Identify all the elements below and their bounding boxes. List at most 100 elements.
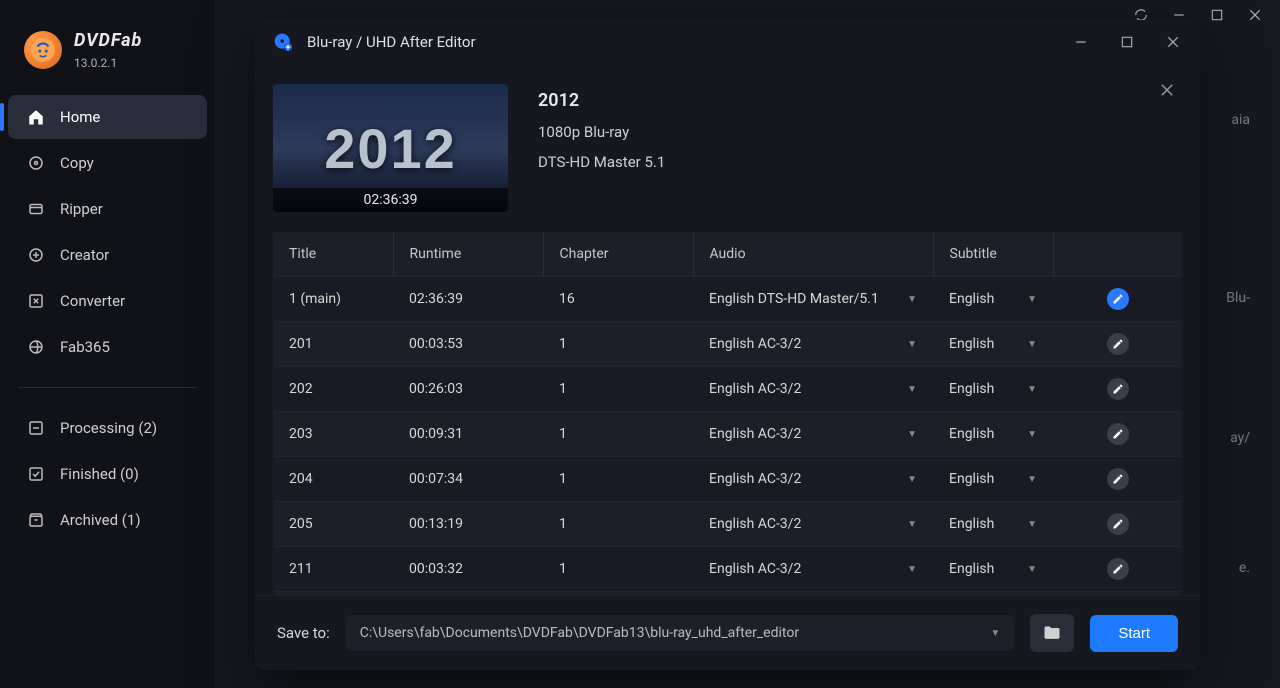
modal-footer: Save to: C:\Users\fab\Documents\DVDFab\D… bbox=[255, 595, 1200, 670]
col-audio: Audio bbox=[693, 232, 933, 277]
cell-chapter: 1 bbox=[543, 412, 693, 457]
chevron-down-icon: ▼ bbox=[1027, 519, 1037, 530]
cell-subtitle-select[interactable]: English▼ bbox=[933, 322, 1053, 367]
media-header: 2012 02:36:39 2012 1080p Blu-ray DTS-HD … bbox=[273, 74, 1182, 232]
col-runtime: Runtime bbox=[393, 232, 543, 277]
save-path-value: C:\Users\fab\Documents\DVDFab\DVDFab13\b… bbox=[360, 625, 799, 641]
chevron-down-icon: ▼ bbox=[1027, 474, 1037, 485]
cell-runtime: 00:03:32 bbox=[393, 547, 543, 592]
copy-icon bbox=[26, 153, 46, 173]
sidebar-item-label: Finished (0) bbox=[60, 465, 139, 483]
table-row[interactable]: 20100:03:531English AC-3/2▼English▼ bbox=[273, 322, 1182, 367]
col-title: Title bbox=[273, 232, 393, 277]
app-close-icon[interactable] bbox=[1246, 6, 1264, 24]
browse-folder-button[interactable] bbox=[1030, 614, 1074, 652]
cell-chapter: 1 bbox=[543, 502, 693, 547]
sidebar-item-ripper[interactable]: Ripper bbox=[8, 187, 207, 231]
save-to-label: Save to: bbox=[277, 624, 330, 642]
start-button[interactable]: Start bbox=[1090, 615, 1178, 652]
chevron-down-icon: ▼ bbox=[907, 339, 917, 350]
cell-subtitle-select[interactable]: English▼ bbox=[933, 547, 1053, 592]
cell-audio-select[interactable]: English AC-3/2▼ bbox=[693, 412, 933, 457]
col-chapter: Chapter bbox=[543, 232, 693, 277]
chevron-down-icon: ▼ bbox=[1027, 384, 1037, 395]
chevron-down-icon: ▼ bbox=[907, 519, 917, 530]
sidebar: DVDFab 13.0.2.1 Home Copy Ripper Creator bbox=[0, 0, 215, 688]
chevron-down-icon: ▼ bbox=[907, 474, 917, 485]
cell-title: 203 bbox=[273, 412, 393, 457]
app-maximize-icon[interactable] bbox=[1208, 6, 1226, 24]
editor-modal: Blu-ray / UHD After Editor 2012 02:36:39… bbox=[255, 20, 1200, 670]
fab365-icon bbox=[26, 337, 46, 357]
modal-title: Blu-ray / UHD After Editor bbox=[307, 33, 476, 51]
converter-icon bbox=[26, 291, 46, 311]
title-table[interactable]: Title Runtime Chapter Audio Subtitle 1 (… bbox=[273, 232, 1182, 595]
disc-icon bbox=[273, 32, 293, 52]
chevron-down-icon: ▼ bbox=[1027, 429, 1037, 440]
edit-button[interactable] bbox=[1107, 333, 1129, 355]
cell-subtitle-select[interactable]: English▼ bbox=[933, 457, 1053, 502]
sidebar-item-creator[interactable]: Creator bbox=[8, 233, 207, 277]
chevron-down-icon: ▼ bbox=[1027, 339, 1037, 350]
cell-audio-select[interactable]: English AC-3/2▼ bbox=[693, 322, 933, 367]
maximize-icon[interactable] bbox=[1118, 33, 1136, 51]
minimize-icon[interactable] bbox=[1072, 33, 1090, 51]
cell-runtime: 00:26:03 bbox=[393, 367, 543, 412]
sidebar-item-processing[interactable]: Processing (2) bbox=[8, 406, 207, 450]
cell-title: 205 bbox=[273, 502, 393, 547]
cell-chapter: 1 bbox=[543, 457, 693, 502]
table-row[interactable]: 20300:09:311English AC-3/2▼English▼ bbox=[273, 412, 1182, 457]
sidebar-item-label: Converter bbox=[60, 292, 125, 310]
edit-button[interactable] bbox=[1107, 378, 1129, 400]
table-row[interactable]: 21100:03:321English AC-3/2▼English▼ bbox=[273, 547, 1182, 592]
brand-name: DVDFab bbox=[74, 30, 142, 51]
archived-icon bbox=[26, 510, 46, 530]
sidebar-item-home[interactable]: Home bbox=[8, 95, 207, 139]
close-icon[interactable] bbox=[1164, 33, 1182, 51]
cell-subtitle-select[interactable]: English▼ bbox=[933, 367, 1053, 412]
sidebar-item-copy[interactable]: Copy bbox=[8, 141, 207, 185]
cell-audio-select[interactable]: English AC-3/2▼ bbox=[693, 547, 933, 592]
media-audio: DTS-HD Master 5.1 bbox=[538, 153, 665, 171]
cell-subtitle-select[interactable]: English▼ bbox=[933, 502, 1053, 547]
table-row[interactable]: 20200:26:031English AC-3/2▼English▼ bbox=[273, 367, 1182, 412]
sidebar-item-finished[interactable]: Finished (0) bbox=[8, 452, 207, 496]
edit-button[interactable] bbox=[1107, 468, 1129, 490]
home-icon bbox=[26, 107, 46, 127]
finished-icon bbox=[26, 464, 46, 484]
cell-title: 1 (main) bbox=[273, 277, 393, 322]
cell-runtime: 02:36:39 bbox=[393, 277, 543, 322]
cell-runtime: 00:09:31 bbox=[393, 412, 543, 457]
sidebar-item-label: Ripper bbox=[60, 200, 103, 218]
edit-button[interactable] bbox=[1107, 288, 1129, 310]
ripper-icon bbox=[26, 199, 46, 219]
close-info-icon[interactable] bbox=[1158, 80, 1176, 104]
table-row[interactable]: 20500:13:191English AC-3/2▼English▼ bbox=[273, 502, 1182, 547]
cell-chapter: 16 bbox=[543, 277, 693, 322]
col-subtitle: Subtitle bbox=[933, 232, 1053, 277]
cell-audio-select[interactable]: English AC-3/2▼ bbox=[693, 367, 933, 412]
brand-block: DVDFab 13.0.2.1 bbox=[0, 20, 215, 95]
cell-audio-select[interactable]: English AC-3/2▼ bbox=[693, 457, 933, 502]
table-row[interactable]: 1 (main)02:36:3916English DTS-HD Master/… bbox=[273, 277, 1182, 322]
save-path-select[interactable]: C:\Users\fab\Documents\DVDFab\DVDFab13\b… bbox=[346, 615, 1015, 651]
cell-subtitle-select[interactable]: English▼ bbox=[933, 412, 1053, 457]
cell-audio-select[interactable]: English AC-3/2▼ bbox=[693, 502, 933, 547]
sidebar-item-archived[interactable]: Archived (1) bbox=[8, 498, 207, 542]
cell-subtitle-select[interactable]: English▼ bbox=[933, 277, 1053, 322]
chevron-down-icon: ▼ bbox=[1027, 564, 1037, 575]
media-thumbnail[interactable]: 2012 02:36:39 bbox=[273, 84, 508, 212]
media-title: 2012 bbox=[538, 90, 665, 111]
edit-button[interactable] bbox=[1107, 558, 1129, 580]
brand-version: 13.0.2.1 bbox=[74, 56, 142, 70]
sidebar-item-label: Copy bbox=[60, 154, 94, 172]
sidebar-item-label: Processing (2) bbox=[60, 419, 157, 437]
table-row[interactable]: 20400:07:341English AC-3/2▼English▼ bbox=[273, 457, 1182, 502]
chevron-down-icon: ▼ bbox=[907, 429, 917, 440]
edit-button[interactable] bbox=[1107, 423, 1129, 445]
sidebar-item-converter[interactable]: Converter bbox=[8, 279, 207, 323]
sidebar-item-fab365[interactable]: Fab365 bbox=[8, 325, 207, 369]
edit-button[interactable] bbox=[1107, 513, 1129, 535]
cell-audio-select[interactable]: English DTS-HD Master/5.1▼ bbox=[693, 277, 933, 322]
cell-runtime: 00:03:53 bbox=[393, 322, 543, 367]
